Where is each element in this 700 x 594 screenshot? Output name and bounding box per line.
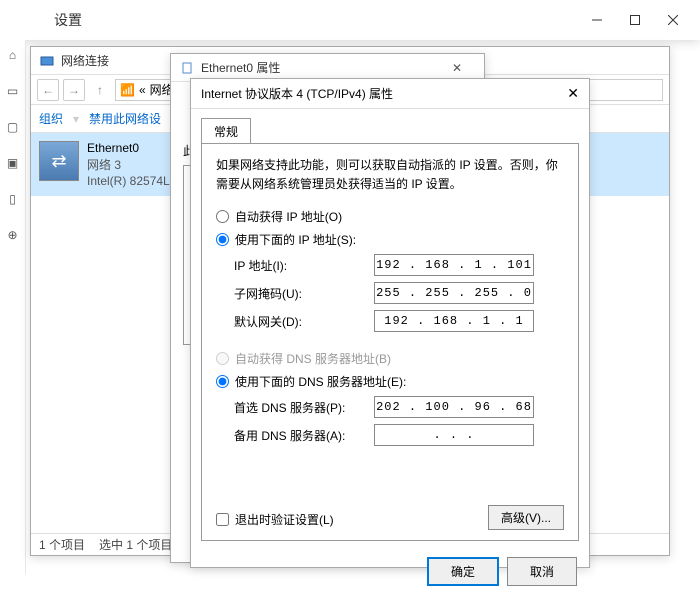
placeholder-icon[interactable]: ▭ bbox=[4, 82, 22, 100]
input-dns2[interactable]: . . . bbox=[374, 424, 534, 446]
radio-auto-dns: 自动获得 DNS 服务器地址(B) bbox=[216, 350, 564, 367]
ipdlg-titlebar: Internet 协议版本 4 (TCP/IPv4) 属性 ✕ bbox=[191, 79, 589, 109]
close-button[interactable] bbox=[654, 8, 692, 32]
adapter-network: 网络 3 bbox=[87, 156, 170, 173]
radio-use-dns-input[interactable] bbox=[216, 375, 229, 388]
tab-general[interactable]: 常规 bbox=[201, 118, 251, 144]
label-dns2: 备用 DNS 服务器(A): bbox=[234, 427, 374, 444]
tab-body: 如果网络支持此功能，则可以获取自动指派的 IP 设置。否则，你需要从网络系统管理… bbox=[201, 143, 579, 541]
settings-title: 设置 bbox=[54, 10, 578, 30]
radio-auto-ip[interactable]: 自动获得 IP 地址(O) bbox=[216, 208, 564, 225]
row-mask: 子网掩码(U): 255 . 255 . 255 . 0 bbox=[234, 282, 564, 304]
row-dns1: 首选 DNS 服务器(P): 202 . 100 . 96 . 68 bbox=[234, 396, 564, 418]
checkbox-validate[interactable]: 退出时验证设置(L) bbox=[216, 511, 334, 528]
label-mask: 子网掩码(U): bbox=[234, 285, 374, 302]
ipv4-properties-dialog: Internet 协议版本 4 (TCP/IPv4) 属性 ✕ 常规 如果网络支… bbox=[190, 78, 590, 568]
row-ip: IP 地址(I): 192 . 168 . 1 . 101 bbox=[234, 254, 564, 276]
close-button[interactable]: ✕ bbox=[438, 56, 476, 80]
radio-use-dns[interactable]: 使用下面的 DNS 服务器地址(E): bbox=[216, 373, 564, 390]
folder-icon: 📶 bbox=[120, 83, 135, 97]
input-mask[interactable]: 255 . 255 . 255 . 0 bbox=[374, 282, 534, 304]
devices-icon[interactable]: ▣ bbox=[4, 154, 22, 172]
disable-link[interactable]: 禁用此网络设 bbox=[89, 110, 161, 127]
label-dns1: 首选 DNS 服务器(P): bbox=[234, 399, 374, 416]
phone-icon[interactable]: ▯ bbox=[4, 190, 22, 208]
label-gateway: 默认网关(D): bbox=[234, 313, 374, 330]
netconn-icon bbox=[39, 53, 55, 69]
radio-use-ip-input[interactable] bbox=[216, 233, 229, 246]
radio-use-ip[interactable]: 使用下面的 IP 地址(S): bbox=[216, 231, 564, 248]
status-count: 1 个项目 bbox=[39, 536, 85, 553]
input-gateway[interactable]: 192 . 168 . 1 . 1 bbox=[374, 310, 534, 332]
radio-auto-dns-input bbox=[216, 352, 229, 365]
cancel-button[interactable]: 取消 bbox=[507, 557, 577, 586]
dialog-buttons: 确定 取消 bbox=[191, 549, 589, 594]
advanced-button[interactable]: 高级(V)... bbox=[488, 505, 564, 530]
breadcrumb-sep: « bbox=[139, 83, 146, 97]
row-dns2: 备用 DNS 服务器(A): . . . bbox=[234, 424, 564, 446]
checkbox-validate-input[interactable] bbox=[216, 513, 229, 526]
settings-titlebar: 设置 bbox=[0, 0, 700, 40]
back-button[interactable]: ← bbox=[37, 79, 59, 101]
system-icon[interactable]: ▢ bbox=[4, 118, 22, 136]
home-icon[interactable]: ⌂ bbox=[4, 46, 22, 64]
settings-window: 设置 bbox=[0, 0, 700, 40]
adapter-name: Ethernet0 bbox=[87, 141, 170, 155]
radio-auto-ip-input[interactable] bbox=[216, 210, 229, 223]
row-gateway: 默认网关(D): 192 . 168 . 1 . 1 bbox=[234, 310, 564, 332]
forward-button[interactable]: → bbox=[63, 79, 85, 101]
status-selected: 选中 1 个项目 bbox=[99, 536, 172, 553]
adapter-icon: ⇄ bbox=[39, 141, 79, 181]
ethprop-icon bbox=[179, 60, 195, 76]
minimize-button[interactable] bbox=[578, 8, 616, 32]
label-ip: IP 地址(I): bbox=[234, 257, 374, 274]
ok-button[interactable]: 确定 bbox=[427, 557, 499, 586]
ipdlg-description: 如果网络支持此功能，则可以获取自动指派的 IP 设置。否则，你需要从网络系统管理… bbox=[216, 156, 564, 194]
maximize-button[interactable] bbox=[616, 8, 654, 32]
settings-sidebar: ⌂ ▭ ▢ ▣ ▯ ⊕ bbox=[0, 40, 26, 574]
tab-row: 常规 bbox=[191, 109, 589, 143]
network-icon[interactable]: ⊕ bbox=[4, 226, 22, 244]
ethprop-title: Ethernet0 属性 bbox=[201, 59, 438, 76]
input-dns1[interactable]: 202 . 100 . 96 . 68 bbox=[374, 396, 534, 418]
close-button[interactable]: ✕ bbox=[567, 85, 579, 102]
organize-menu[interactable]: 组织 bbox=[39, 110, 63, 127]
up-button[interactable]: ↑ bbox=[89, 79, 111, 101]
input-ip[interactable]: 192 . 168 . 1 . 101 bbox=[374, 254, 534, 276]
ipdlg-title: Internet 协议版本 4 (TCP/IPv4) 属性 bbox=[201, 85, 393, 102]
adapter-desc: Intel(R) 82574L bbox=[87, 174, 170, 188]
